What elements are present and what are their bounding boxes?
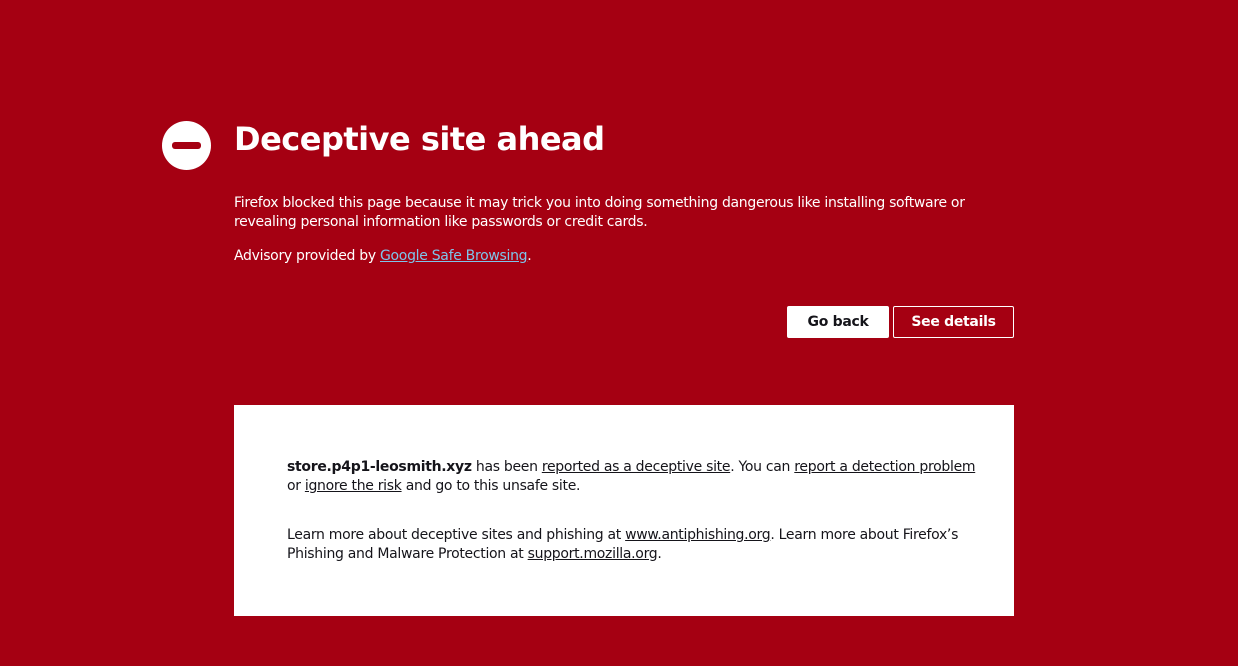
learn-more-text: . — [657, 546, 662, 562]
details-text: . You can — [730, 459, 795, 475]
antiphishing-link[interactable]: www.antiphishing.org — [625, 527, 771, 543]
reported-deceptive-link[interactable]: reported as a deceptive site — [542, 459, 731, 475]
details-text: and go to this unsafe site. — [401, 478, 581, 494]
google-safe-browsing-link[interactable]: Google Safe Browsing — [380, 248, 528, 264]
learn-more-text: Learn more about deceptive sites and phi… — [287, 527, 626, 543]
support-mozilla-link[interactable]: support.mozilla.org — [528, 546, 658, 562]
block-icon-bar — [172, 142, 201, 149]
advisory-suffix: . — [527, 248, 532, 264]
learn-more-paragraph: Learn more about deceptive sites and phi… — [287, 526, 977, 564]
details-text: or — [287, 478, 305, 494]
error-page: Deceptive site ahead Firefox blocked thi… — [0, 0, 1238, 666]
details-panel: store.p4p1-leosmith.xyz has been reporte… — [234, 405, 1014, 616]
block-icon — [162, 121, 211, 170]
advisory-prefix: Advisory provided by — [234, 248, 380, 264]
page-title: Deceptive site ahead — [234, 120, 605, 158]
see-details-button[interactable]: See details — [893, 306, 1014, 338]
error-description: Firefox blocked this page because it may… — [234, 195, 965, 230]
ignore-risk-link[interactable]: ignore the risk — [305, 478, 402, 494]
details-paragraph: store.p4p1-leosmith.xyz has been reporte… — [287, 458, 977, 496]
go-back-button[interactable]: Go back — [787, 306, 889, 338]
report-detection-problem-link[interactable]: report a detection problem — [794, 459, 975, 475]
details-text: has been — [471, 459, 542, 475]
blocked-domain: store.p4p1-leosmith.xyz — [287, 459, 472, 475]
advisory-text: Advisory provided by Google Safe Browsin… — [234, 247, 532, 266]
